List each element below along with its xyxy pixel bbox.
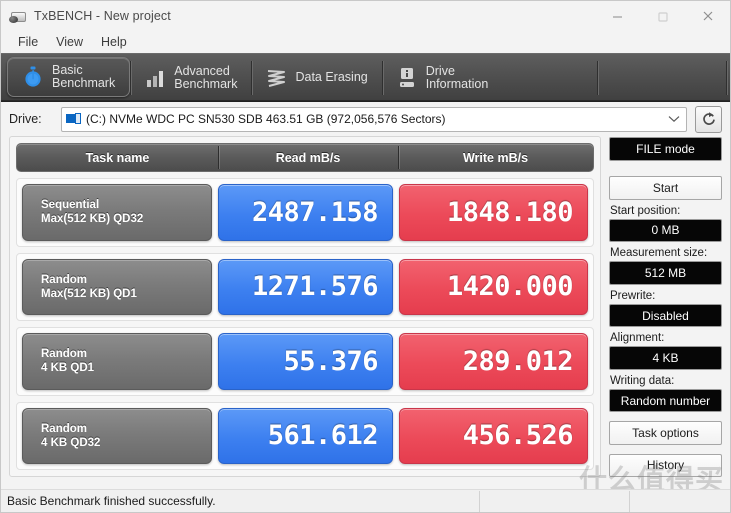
- drive-row: Drive: (C:) NVMe WDC PC SN530 SDB 463.51…: [1, 102, 730, 136]
- close-icon: [703, 11, 712, 21]
- drive-icon: [66, 113, 81, 125]
- write-value: 1420.000: [399, 258, 588, 315]
- task-name-line1: Random: [41, 422, 87, 435]
- bar-chart-icon: [144, 66, 166, 90]
- drive-selected-value: (C:) NVMe WDC PC SN530 SDB 463.51 GB (97…: [86, 112, 446, 126]
- task-name-line1: Random: [41, 273, 87, 286]
- table-row: Sequential Max(512 KB) QD32 2487.158 184…: [16, 178, 594, 247]
- task-button-random-4k-qd1[interactable]: Random 4 KB QD1: [22, 333, 212, 390]
- window-controls: [595, 1, 730, 31]
- start-button[interactable]: Start: [609, 176, 722, 200]
- menu-item-view[interactable]: View: [47, 33, 92, 51]
- results-header: Task name Read mB/s Write mB/s: [16, 143, 594, 172]
- prewrite-label: Prewrite:: [610, 289, 656, 302]
- drive-info-icon: [396, 66, 418, 90]
- writing-data-label: Writing data:: [610, 374, 675, 387]
- write-value: 289.012: [399, 333, 588, 390]
- alignment-field[interactable]: 4 KB: [609, 346, 722, 370]
- tab-advanced-benchmark-label: Advanced Benchmark: [174, 63, 238, 91]
- read-value: 1271.576: [218, 258, 393, 315]
- writing-data-field[interactable]: Random number: [609, 388, 722, 413]
- title-bar: TxBENCH - New project: [1, 1, 730, 31]
- maximize-button[interactable]: [640, 1, 685, 31]
- task-options-button[interactable]: Task options: [609, 421, 722, 445]
- mode-button[interactable]: FILE mode: [609, 137, 722, 161]
- start-position-label: Start position:: [610, 204, 681, 217]
- prewrite-field[interactable]: Disabled: [609, 303, 722, 328]
- tab-strip: Basic Benchmark Advanced Benchmark Data …: [1, 53, 730, 102]
- history-button[interactable]: History: [609, 453, 722, 478]
- start-position-field[interactable]: 0 MB: [609, 218, 722, 243]
- column-header-task-name: Task name: [85, 150, 150, 165]
- task-button-random-max-qd1[interactable]: Random Max(512 KB) QD1: [22, 258, 212, 315]
- status-message: Basic Benchmark finished successfully.: [7, 494, 216, 508]
- minimize-icon: [613, 15, 622, 18]
- tab-strip-divider: [597, 61, 598, 95]
- refresh-drive-button[interactable]: [695, 105, 722, 133]
- task-name-line2: 4 KB QD32: [41, 436, 101, 449]
- table-row: Random Max(512 KB) QD1 1271.576 1420.000: [16, 252, 594, 321]
- read-value: 55.376: [218, 333, 393, 390]
- tab-drive-information-label: Drive Information: [425, 63, 489, 91]
- refresh-icon: [702, 112, 715, 125]
- status-segment-2: [480, 490, 630, 512]
- tab-advanced-benchmark[interactable]: Advanced Benchmark: [130, 54, 251, 102]
- task-button-random-4k-qd32[interactable]: Random 4 KB QD32: [22, 407, 212, 464]
- drive-select[interactable]: (C:) NVMe WDC PC SN530 SDB 463.51 GB (97…: [61, 106, 687, 132]
- options-sidebar: FILE mode Start Start position: 0 MB Mea…: [609, 136, 722, 478]
- menu-bar: File View Help: [1, 31, 730, 53]
- tab-basic-benchmark-label: Basic Benchmark: [52, 62, 116, 90]
- main-area: Task name Read mB/s Write mB/s Sequentia…: [1, 136, 730, 478]
- column-header-write: Write mB/s: [398, 144, 593, 171]
- minimize-button[interactable]: [595, 1, 640, 31]
- maximize-icon: [658, 11, 668, 22]
- column-header-read: Read mB/s: [218, 144, 398, 171]
- status-bar: Basic Benchmark finished successfully.: [1, 489, 730, 512]
- status-message-segment: Basic Benchmark finished successfully.: [1, 490, 480, 512]
- tab-data-erasing[interactable]: Data Erasing: [251, 54, 381, 102]
- table-row: Random 4 KB QD1 55.376 289.012: [16, 327, 594, 396]
- txbench-window: TxBENCH - New project File View Help Bas…: [0, 0, 731, 513]
- tab-strip-divider-end: [726, 61, 727, 95]
- tab-data-erasing-label: Data Erasing: [295, 70, 368, 85]
- table-row: Random 4 KB QD32 561.612 456.526: [16, 401, 594, 470]
- menu-item-help[interactable]: Help: [92, 33, 136, 51]
- write-value: 456.526: [399, 407, 588, 464]
- stopwatch-icon: [22, 65, 44, 89]
- alignment-label: Alignment:: [610, 332, 665, 345]
- task-name-line2: Max(512 KB) QD32: [41, 213, 144, 226]
- txbench-app-icon: [9, 8, 27, 24]
- chevron-down-icon: [668, 110, 680, 128]
- read-value: 2487.158: [218, 184, 393, 241]
- task-name-line2: 4 KB QD1: [41, 362, 95, 375]
- drive-label: Drive:: [9, 112, 42, 126]
- write-value: 1848.180: [399, 184, 588, 241]
- task-name-line1: Sequential: [41, 199, 100, 212]
- status-segment-3: [630, 491, 730, 512]
- tab-drive-information[interactable]: Drive Information: [381, 54, 503, 102]
- close-button[interactable]: [685, 1, 730, 31]
- menu-item-file[interactable]: File: [9, 33, 47, 51]
- window-title: TxBENCH - New project: [34, 9, 171, 23]
- results-panel: Task name Read mB/s Write mB/s Sequentia…: [9, 136, 601, 477]
- tab-basic-benchmark[interactable]: Basic Benchmark: [7, 57, 131, 97]
- measurement-size-label: Measurement size:: [610, 247, 708, 260]
- task-name-line1: Random: [41, 348, 87, 361]
- read-value: 561.612: [218, 407, 393, 464]
- measurement-size-field[interactable]: 512 MB: [609, 261, 722, 285]
- task-name-line2: Max(512 KB) QD1: [41, 287, 137, 300]
- shred-icon: [265, 66, 287, 90]
- task-button-sequential-qd32[interactable]: Sequential Max(512 KB) QD32: [22, 184, 212, 241]
